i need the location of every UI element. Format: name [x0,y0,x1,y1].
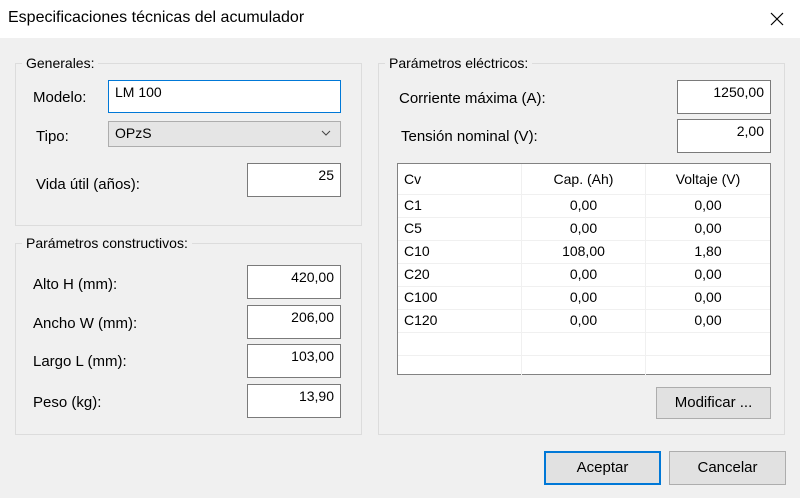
table-cell: 0,00 [694,220,722,236]
table-row[interactable]: C20 0,00 0,00 [398,264,770,287]
type-select-value: OPzS [115,125,152,141]
width-input[interactable]: 206,00 [247,305,341,339]
weight-label: Peso (kg): [33,394,102,411]
table-cell: 108,00 [522,241,646,263]
capacity-table[interactable]: Cv Cap. (Ah) Voltaje (V) C1 0,00 0,00 C5… [397,163,771,379]
column-header-cap[interactable]: Cap. (Ah) [522,164,646,194]
table-row[interactable]: C10 108,00 1,80 [398,241,770,264]
close-button[interactable] [754,0,800,38]
column-header-cv[interactable]: Cv [398,164,522,194]
nominal-voltage-label: Tensión nominal (V): [401,128,538,145]
table-cell: C10 [398,241,522,263]
nominal-voltage-input[interactable]: 2,00 [677,119,771,153]
table-cell: 0,00 [694,266,722,282]
table-row[interactable]: C5 0,00 0,00 [398,218,770,241]
table-cell: 0,00 [522,264,646,286]
width-label: Ancho W (mm): [33,315,138,332]
accept-button[interactable]: Aceptar [544,451,661,485]
table-cell: 0,00 [522,195,646,217]
table-cell: C5 [398,218,522,240]
height-input[interactable]: 420,00 [247,265,341,299]
life-label: Vida útil (años): [36,176,140,193]
length-label: Largo L (mm): [33,353,127,370]
general-group-title: Generales: [22,55,99,71]
weight-input[interactable]: 13,90 [247,384,341,418]
table-row-empty [398,333,770,356]
table-cell: C120 [398,310,522,332]
cancel-button[interactable]: Cancelar [669,451,786,485]
model-input[interactable]: LM 100 [108,80,341,113]
table-cell: C1 [398,195,522,217]
title-bar: Especificaciones técnicas del acumulador [0,0,800,38]
electrical-group-title: Parámetros eléctricos: [385,55,533,71]
table-cell: 0,00 [522,218,646,240]
table-header: Cv Cap. (Ah) Voltaje (V) [398,164,770,195]
table-cell: 0,00 [694,197,722,213]
table-cell: 0,00 [522,310,646,332]
table-cell: C100 [398,287,522,309]
modify-button[interactable]: Modificar ... [656,387,771,419]
life-input[interactable]: 25 [247,163,341,197]
table-cell: 1,80 [694,243,722,259]
table-row[interactable]: C100 0,00 0,00 [398,287,770,310]
window-title: Especificaciones técnicas del acumulador [8,9,305,26]
chevron-down-icon [321,130,331,136]
max-current-input[interactable]: 1250,00 [677,80,771,114]
close-icon [770,12,784,26]
table-cell: 0,00 [694,289,722,305]
table-row[interactable]: C1 0,00 0,00 [398,195,770,218]
table-cell: C20 [398,264,522,286]
max-current-label: Corriente máxima (A): [399,90,546,107]
table-cell: 0,00 [694,312,722,328]
table-row-empty [398,356,770,379]
type-label: Tipo: [36,128,69,145]
model-label: Modelo: [33,89,87,106]
constructive-group-title: Parámetros constructivos: [22,235,192,251]
table-row[interactable]: C120 0,00 0,00 [398,310,770,333]
height-label: Alto H (mm): [33,276,118,293]
column-header-voltage[interactable]: Voltaje (V) [646,164,770,194]
type-select[interactable]: OPzS [108,121,341,147]
length-input[interactable]: 103,00 [247,344,341,378]
table-cell: 0,00 [522,287,646,309]
